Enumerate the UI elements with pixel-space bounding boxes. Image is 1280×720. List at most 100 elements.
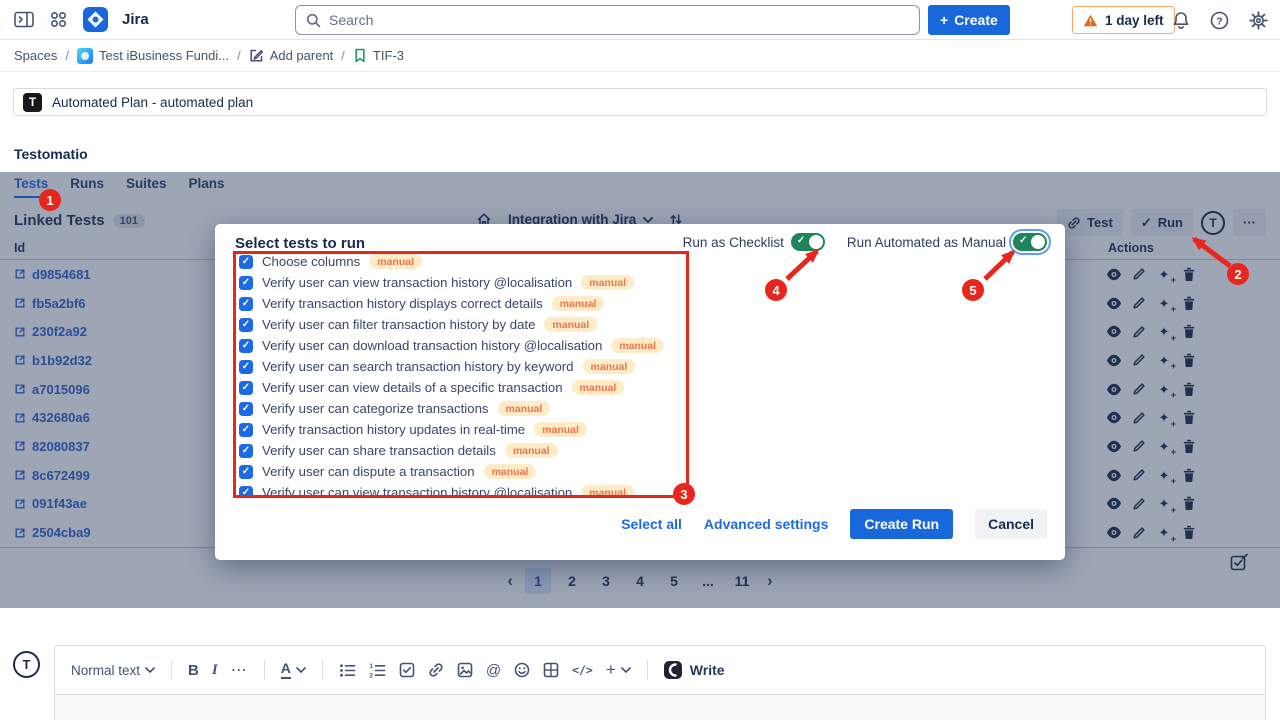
code-button[interactable]: </> (572, 663, 593, 677)
advanced-settings-link[interactable]: Advanced settings (704, 516, 828, 532)
test-label: Verify user can search transaction histo… (262, 359, 574, 374)
create-run-button[interactable]: Create Run (850, 509, 953, 539)
create-button[interactable]: + Create (928, 5, 1010, 35)
chevron-down-icon (621, 667, 631, 673)
test-label: Verify user can dispute a transaction (262, 464, 475, 479)
test-label: Verify user can filter transaction histo… (262, 317, 535, 332)
test-checkbox[interactable]: ✓ (239, 360, 253, 374)
manual-badge: manual (581, 275, 634, 290)
top-nav: Jira + Create 1 day left ? (0, 0, 1280, 40)
select-tests-modal: Select tests to run Run as Checklist Run… (215, 224, 1065, 560)
write-logo-icon (664, 661, 682, 679)
test-label: Verify user can view details of a specif… (262, 380, 563, 395)
jira-logo-icon[interactable] (81, 5, 110, 34)
manual-badge: manual (581, 485, 634, 498)
emoji-button[interactable] (514, 662, 530, 678)
test-checkbox[interactable]: ✓ (239, 486, 253, 499)
run-as-checklist-toggle[interactable] (791, 233, 825, 251)
test-checkbox[interactable]: ✓ (239, 276, 253, 290)
image-button[interactable] (457, 662, 473, 678)
manual-badge: manual (611, 338, 664, 353)
breadcrumb-spaces[interactable]: Spaces (14, 48, 57, 63)
test-label: Verify user can view transaction history… (262, 485, 572, 498)
breadcrumb-add-parent[interactable]: Add parent (249, 48, 334, 63)
svg-text:?: ? (1216, 15, 1222, 27)
run-as-checklist-toggle-row: Run as Checklist (683, 233, 825, 251)
help-icon[interactable]: ? (1208, 9, 1231, 32)
modal-toggles: Run as Checklist Run Automated as Manual (683, 233, 1047, 251)
test-checkbox[interactable]: ✓ (239, 297, 253, 311)
test-label: Verify user can share transaction detail… (262, 443, 496, 458)
manual-badge: manual (369, 254, 422, 269)
manual-badge: manual (583, 359, 636, 374)
manual-badge: manual (544, 317, 597, 332)
breadcrumb-page[interactable]: TIF-3 (353, 48, 404, 63)
manual-badge: manual (484, 464, 537, 479)
text-color-button[interactable]: A (281, 661, 306, 678)
run-automated-as-manual-label: Run Automated as Manual (847, 235, 1006, 250)
app-switcher-icon[interactable] (48, 9, 69, 30)
select-all-link[interactable]: Select all (621, 516, 682, 532)
more-formatting-button[interactable]: ⋯ (231, 660, 248, 680)
plus-icon: + (940, 12, 948, 28)
test-checkbox-row: ✓ Verify user can categorize transaction… (239, 398, 879, 419)
run-automated-as-manual-toggle[interactable] (1013, 233, 1047, 251)
toolbar-divider (171, 660, 172, 680)
test-checkbox-row: ✓ Verify user can share transaction deta… (239, 440, 879, 461)
testomatio-editor-logo-icon[interactable]: T (13, 651, 40, 678)
numbered-list-button[interactable]: 12 (369, 663, 386, 678)
test-checkbox[interactable]: ✓ (239, 381, 253, 395)
test-checkbox-row: ✓ Verify user can view transaction histo… (239, 272, 879, 293)
test-checkbox[interactable]: ✓ (239, 318, 253, 332)
testomatio-logo-icon: T (23, 93, 42, 112)
breadcrumb: Spaces Test iBusiness Fundi... Add paren… (0, 40, 1280, 72)
editor-toolbar: Normal text B I ⋯ A 12 @ </> + Write (54, 645, 1266, 695)
test-checkbox[interactable]: ✓ (239, 402, 253, 416)
table-button[interactable] (543, 662, 559, 678)
chevron-down-icon (296, 667, 306, 673)
test-label: Verify transaction history displays corr… (262, 296, 543, 311)
breadcrumb-separator (341, 48, 345, 63)
bold-button[interactable]: B (188, 662, 199, 679)
settings-gear-icon[interactable] (1247, 9, 1270, 32)
sidebar-toggle-icon[interactable] (12, 9, 36, 30)
search-icon (306, 13, 321, 28)
cancel-button[interactable]: Cancel (975, 509, 1047, 539)
search-bar[interactable] (295, 5, 920, 35)
test-checkbox-row: ✓ Verify transaction history updates in … (239, 419, 879, 440)
test-label: Verify user can view transaction history… (262, 275, 572, 290)
automated-plan-card[interactable]: T Automated Plan - automated plan (13, 88, 1267, 116)
trial-badge[interactable]: 1 day left (1072, 6, 1175, 34)
modal-title: Select tests to run (235, 235, 365, 252)
test-checkbox[interactable]: ✓ (239, 339, 253, 353)
editor-content-area[interactable] (54, 695, 1266, 720)
task-list-button[interactable] (399, 662, 415, 678)
test-checkbox[interactable]: ✓ (239, 465, 253, 479)
search-input[interactable] (329, 12, 909, 28)
svg-text:2: 2 (369, 673, 373, 677)
notifications-icon[interactable] (1170, 9, 1192, 32)
breadcrumb-space[interactable]: Test iBusiness Fundi... (77, 48, 229, 64)
test-checkbox-row: ✓ Verify user can filter transaction his… (239, 314, 879, 335)
run-automated-as-manual-toggle-row: Run Automated as Manual (847, 233, 1047, 251)
test-label: Verify user can categorize transactions (262, 401, 489, 416)
breadcrumb-separator (237, 48, 241, 63)
test-checkbox-row: ✓ Verify transaction history displays co… (239, 293, 879, 314)
italic-button[interactable]: I (212, 662, 218, 679)
insert-more-button[interactable]: + (606, 660, 631, 680)
breadcrumb-separator (65, 48, 69, 63)
test-checkbox[interactable]: ✓ (239, 444, 253, 458)
manual-badge: manual (552, 296, 605, 311)
app-name: Jira (122, 11, 149, 28)
mention-button[interactable]: @ (486, 662, 501, 679)
text-style-dropdown[interactable]: Normal text (71, 663, 155, 678)
manual-badge: manual (534, 422, 587, 437)
link-button[interactable] (428, 662, 444, 678)
test-label: Verify user can download transaction his… (262, 338, 602, 353)
toolbar-divider (647, 660, 648, 680)
write-button[interactable]: Write (664, 661, 725, 679)
bullet-list-button[interactable] (339, 663, 356, 678)
test-checkbox[interactable]: ✓ (239, 255, 253, 269)
modal-footer: Select all Advanced settings Create Run … (621, 509, 1047, 539)
test-checkbox[interactable]: ✓ (239, 423, 253, 437)
